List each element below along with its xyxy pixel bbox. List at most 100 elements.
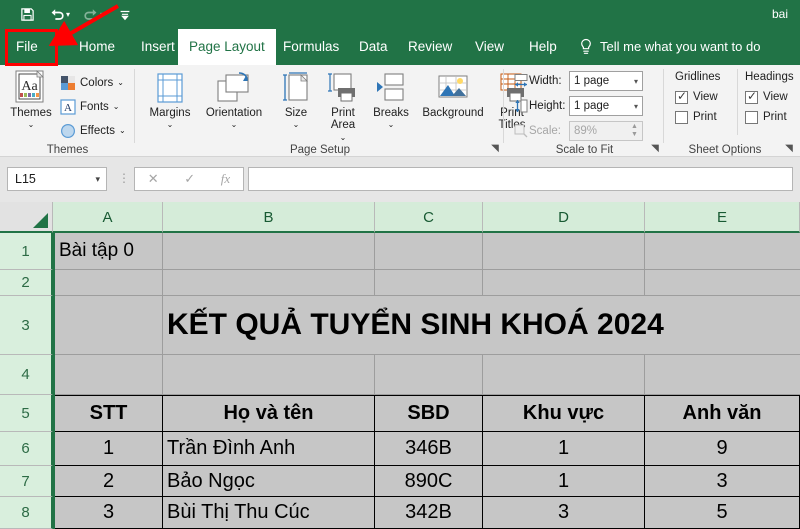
cell-a5-header-stt[interactable]: STT [55,395,163,432]
fonts-chevron-down-icon[interactable]: ⌄ [113,102,120,111]
theme-fonts-button[interactable]: A Fonts ⌄ [60,97,119,116]
customize-qat-icon[interactable] [114,3,136,27]
column-header-e[interactable]: E [645,202,800,233]
name-box-chevron-down-icon[interactable]: ▾ [95,168,100,191]
row-header-2[interactable]: 2 [0,270,53,296]
row-header-5[interactable]: 5 [0,395,53,432]
cell-e4[interactable] [645,355,800,395]
page-setup-dialog-launcher[interactable]: ◥ [489,143,501,155]
cell-b4[interactable] [163,355,375,395]
column-header-d[interactable]: D [483,202,645,233]
themes-button[interactable]: Aa Themes ⌄ [6,69,56,129]
scale-to-fit-dialog-launcher[interactable]: ◥ [649,143,661,155]
column-header-b[interactable]: B [163,202,375,233]
cell-e2[interactable] [645,270,800,296]
headings-view-checkbox[interactable] [745,89,758,104]
headings-print-row[interactable]: Print [745,107,794,127]
row-header-6[interactable]: 6 [0,432,53,466]
cell-d2[interactable] [483,270,645,296]
size-button[interactable]: Size ⌄ [274,69,318,129]
orientation-chevron-down-icon[interactable]: ⌄ [198,120,270,129]
tab-view[interactable]: View [464,29,515,65]
cell-a6[interactable]: 1 [55,432,163,466]
tab-page-layout[interactable]: Page Layout [178,29,276,65]
scale-spinner[interactable]: 89% ▲ ▼ [569,121,643,141]
name-box[interactable]: L15 ▾ [7,167,107,191]
headings-print-checkbox[interactable] [745,110,758,124]
themes-chevron-down-icon[interactable]: ⌄ [6,120,56,129]
margins-chevron-down-icon[interactable]: ⌄ [142,120,198,129]
cell-c1[interactable] [375,233,483,270]
orientation-button[interactable]: Orientation ⌄ [198,69,270,129]
cell-b5-header-name[interactable]: Họ và tên [163,395,375,432]
insert-function-icon[interactable]: fx [221,171,230,187]
breaks-chevron-down-icon[interactable]: ⌄ [368,120,414,129]
colors-chevron-down-icon[interactable]: ⌄ [117,78,124,87]
tab-data[interactable]: Data [348,29,399,65]
cancel-icon[interactable]: ✕ [148,171,159,187]
gridlines-view-row[interactable]: View [675,87,720,107]
cell-b2[interactable] [163,270,375,296]
row-header-3[interactable]: 3 [0,296,53,355]
cell-e8[interactable]: 5 [645,497,800,529]
cell-c5-header-sbd[interactable]: SBD [375,395,483,432]
cell-d8[interactable]: 3 [483,497,645,529]
tab-formulas[interactable]: Formulas [272,29,350,65]
cell-b7[interactable]: Bảo Ngọc [163,466,375,497]
width-chevron-down-icon[interactable]: ▾ [634,77,638,86]
cell-c8[interactable]: 342B [375,497,483,529]
headings-view-row[interactable]: View [745,87,794,107]
effects-chevron-down-icon[interactable]: ⌄ [119,126,126,135]
background-button[interactable]: Background [418,69,488,120]
gridlines-view-checkbox[interactable] [675,89,688,104]
print-area-chevron-down-icon[interactable]: ⌄ [340,133,347,142]
formula-input[interactable] [248,167,793,191]
tab-home[interactable]: Home [68,29,126,65]
cell-a1[interactable]: Bài tập 0 [55,233,163,270]
cell-b8[interactable]: Bùi Thị Thu Cúc [163,497,375,529]
cell-c6[interactable]: 346B [375,432,483,466]
redo-chevron-down-icon[interactable]: ▾ [100,10,104,19]
cell-a4[interactable] [55,355,163,395]
cell-a8[interactable]: 3 [55,497,163,529]
cell-d6[interactable]: 1 [483,432,645,466]
tell-me-search[interactable]: Tell me what you want to do [600,29,760,65]
row-header-7[interactable]: 7 [0,466,53,497]
cell-d1[interactable] [483,233,645,270]
gridlines-print-checkbox[interactable] [675,110,688,124]
enter-icon[interactable]: ✓ [184,171,195,187]
print-area-button[interactable]: Print Area ⌄ [320,69,366,143]
cell-b6[interactable]: Trần Đình Anh [163,432,375,466]
column-header-a[interactable]: A [53,202,163,233]
select-all-corner[interactable] [0,202,53,233]
undo-icon[interactable] [46,3,68,27]
sheet-options-dialog-launcher[interactable]: ◥ [783,143,795,155]
height-combo[interactable]: 1 page ▾ [569,96,643,116]
cell-d7[interactable]: 1 [483,466,645,497]
cell-c2[interactable] [375,270,483,296]
row-header-4[interactable]: 4 [0,355,53,395]
cell-d4[interactable] [483,355,645,395]
lightbulb-icon[interactable] [578,38,594,56]
cell-e7[interactable]: 3 [645,466,800,497]
save-icon[interactable] [16,3,38,27]
cell-e6[interactable]: 9 [645,432,800,466]
breaks-button[interactable]: Breaks ⌄ [368,69,414,129]
gridlines-print-row[interactable]: Print [675,107,720,127]
cell-e5-header-anhvan[interactable]: Anh văn [645,395,800,432]
size-chevron-down-icon[interactable]: ⌄ [274,120,318,129]
scale-stepper-icon[interactable]: ▲ ▼ [630,123,639,139]
cell-a3[interactable] [55,296,163,355]
cell-b3-merged-title[interactable]: KẾT QUẢ TUYỂN SINH KHOÁ 2024 [163,296,800,355]
cell-a2[interactable] [55,270,163,296]
cell-d5-header-khuvuc[interactable]: Khu vực [483,395,645,432]
tab-file[interactable]: File [5,29,49,65]
cell-c7[interactable]: 890C [375,466,483,497]
cell-a7[interactable]: 2 [55,466,163,497]
cell-c4[interactable] [375,355,483,395]
height-chevron-down-icon[interactable]: ▾ [634,102,638,111]
redo-icon[interactable] [80,3,102,27]
column-header-c[interactable]: C [375,202,483,233]
tab-review[interactable]: Review [397,29,463,65]
cell-b1[interactable] [163,233,375,270]
